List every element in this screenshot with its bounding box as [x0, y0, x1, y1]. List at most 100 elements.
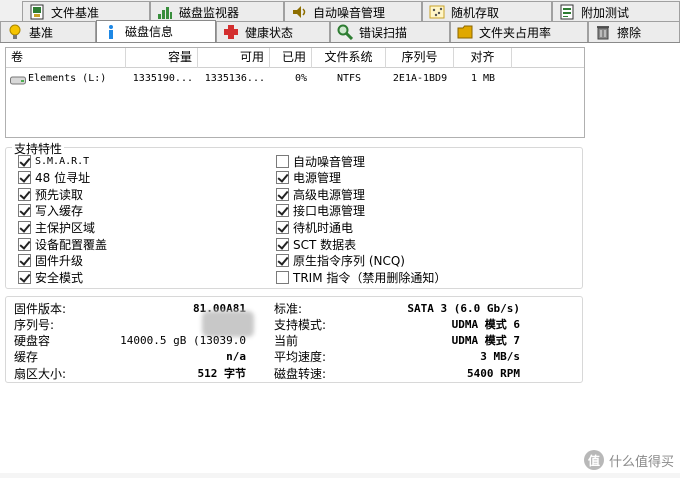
tab-extra-tests[interactable]: 附加测试: [552, 1, 680, 22]
col-volume[interactable]: 卷: [6, 48, 126, 68]
feature-checkbox[interactable]: [276, 220, 289, 234]
feature-right-1: 电源管理: [276, 170, 341, 186]
feature-checkbox[interactable]: [18, 270, 31, 284]
volume-capacity: 1335190...: [132, 73, 193, 84]
feature-checkbox[interactable]: [18, 171, 31, 185]
capacity-label: 硬盘容: [14, 334, 51, 348]
feature-checkbox[interactable]: [276, 171, 289, 185]
col-used[interactable]: 已用: [270, 48, 312, 68]
feature-left-3: 写入缓存: [18, 203, 83, 219]
health-cross-icon: [223, 24, 239, 40]
feature-checkbox[interactable]: [276, 187, 289, 201]
avg-speed-value: 3 MB/s: [480, 350, 520, 363]
feature-left-6: 固件升级: [18, 253, 83, 269]
volume-used: 0%: [294, 73, 307, 84]
drive-icon: [10, 74, 26, 85]
tab-erase[interactable]: 擦除: [588, 21, 680, 42]
volume-table[interactable]: 卷 容量 可用 已用 文件系统 序列号 对齐 Elements (L:) 133…: [5, 47, 585, 138]
feature-checkbox[interactable]: [276, 254, 289, 268]
feature-label: S.M.A.R.T: [35, 155, 90, 167]
feature-left-2: 预先读取: [18, 186, 83, 202]
feature-label: 主保护区域: [35, 220, 96, 235]
features-group: 支持特性 S.M.A.R.T 48 位寻址 预先读取 写入缓存 主保护区域 设备配置覆盖固…: [5, 140, 583, 289]
feature-checkbox[interactable]: [276, 204, 289, 218]
feature-label: 高级电源管理: [293, 187, 366, 202]
disk-monitor-icon: [157, 4, 173, 20]
speaker-icon: [291, 4, 307, 20]
rpm-label: 磁盘转速:: [274, 367, 327, 381]
tab-disk-monitor[interactable]: 磁盘监视器: [150, 1, 284, 22]
col-capacity[interactable]: 容量: [126, 48, 198, 68]
feature-checkbox[interactable]: [18, 237, 31, 251]
feature-checkbox[interactable]: [18, 254, 31, 268]
feature-checkbox[interactable]: [276, 270, 289, 284]
feature-right-6: 原生指令序列 (NCQ): [276, 253, 405, 269]
feature-right-7: TRIM 指令（禁用删除通知）: [276, 269, 446, 285]
feature-label: 48 位寻址: [35, 171, 91, 186]
current-mode-label: 当前: [274, 334, 299, 348]
volume-filesystem: NTFS: [336, 73, 362, 84]
feature-label: 设备配置覆盖: [35, 237, 108, 252]
tab-disk-info[interactable]: 磁盘信息: [96, 20, 216, 42]
tab-file-benchmark[interactable]: 文件基准: [22, 1, 150, 22]
tab-random-access[interactable]: 随机存取: [422, 1, 552, 22]
feature-label: 写入缓存: [35, 204, 84, 219]
magnifier-icon: [337, 24, 353, 40]
random-access-icon: [429, 4, 445, 20]
trash-icon: [595, 24, 611, 40]
col-serial[interactable]: 序列号: [386, 48, 454, 68]
feature-label: SCT 数据表: [293, 237, 357, 252]
feature-label: TRIM 指令（禁用删除通知）: [293, 270, 447, 285]
serial-label: 序列号:: [14, 318, 55, 332]
feature-right-2: 高级电源管理: [276, 186, 365, 202]
feature-label: 电源管理: [293, 171, 342, 186]
feature-right-3: 接口电源管理: [276, 203, 365, 219]
table-row[interactable]: Elements (L:) 1335190... 1335136... 0% N…: [6, 70, 584, 88]
feature-label: 自动噪音管理: [293, 154, 366, 169]
standard-value: SATA 3 (6.0 Gb/s): [407, 302, 520, 315]
tab-acoustic-management[interactable]: 自动噪音管理: [284, 1, 422, 22]
feature-left-1: 48 位寻址: [18, 170, 90, 186]
file-benchmark-icon: [29, 4, 45, 20]
tab-benchmark[interactable]: 基准: [0, 21, 96, 42]
feature-label: 安全模式: [35, 270, 84, 285]
tab-health[interactable]: 健康状态: [216, 21, 330, 42]
folder-icon: [457, 24, 473, 40]
tab-error-scan[interactable]: 错误扫描: [330, 21, 450, 42]
feature-checkbox[interactable]: [18, 204, 31, 218]
panel-bottom-edge: [0, 473, 680, 478]
col-filesystem[interactable]: 文件系统: [312, 48, 386, 68]
feature-label: 接口电源管理: [293, 204, 366, 219]
feature-label: 预先读取: [35, 187, 84, 202]
watermark-text: 什么值得买: [608, 454, 674, 470]
sector-size-label: 扇区大小:: [14, 367, 67, 381]
feature-right-5: SCT 数据表: [276, 236, 356, 252]
col-alignment[interactable]: 对齐: [454, 48, 512, 68]
volume-serial: 2E1A-1BD9: [392, 73, 448, 84]
feature-checkbox[interactable]: [18, 154, 31, 168]
feature-checkbox[interactable]: [276, 237, 289, 251]
tab-strip: 文件基准 磁盘监视器 自动噪音管理 随机存取 附加测试 基准 磁盘信息 健康状态…: [0, 0, 680, 42]
feature-label: 待机时通电: [293, 220, 354, 235]
volume-table-header: 卷 容量 可用 已用 文件系统 序列号 对齐: [6, 48, 584, 68]
volume-alignment: 1 MB: [470, 73, 496, 84]
feature-label: 固件升级: [35, 254, 84, 269]
feature-checkbox[interactable]: [18, 220, 31, 234]
col-free[interactable]: 可用: [198, 48, 270, 68]
cache-value: n/a: [226, 350, 246, 363]
feature-checkbox[interactable]: [18, 187, 31, 201]
volume-free: 1335136...: [204, 73, 265, 84]
disk-info-panel: 卷 容量 可用 已用 文件系统 序列号 对齐 Elements (L:) 133…: [0, 42, 680, 478]
tab-folder-usage[interactable]: 文件夹占用率: [450, 21, 588, 42]
firmware-label: 固件版本:: [14, 302, 67, 316]
feature-checkbox[interactable]: [276, 154, 289, 168]
feature-label: 原生指令序列 (NCQ): [293, 254, 405, 269]
extra-tests-icon: [559, 4, 575, 20]
supported-mode-value: UDMA 模式 6: [451, 318, 520, 331]
bulb-icon: [7, 24, 23, 40]
supported-mode-label: 支持模式:: [274, 318, 327, 332]
sector-size-value: 512 字节: [197, 367, 247, 380]
volume-name: Elements (L:): [28, 73, 107, 84]
feature-left-5: 设备配置覆盖: [18, 236, 107, 252]
rpm-value: 5400 RPM: [467, 367, 520, 380]
